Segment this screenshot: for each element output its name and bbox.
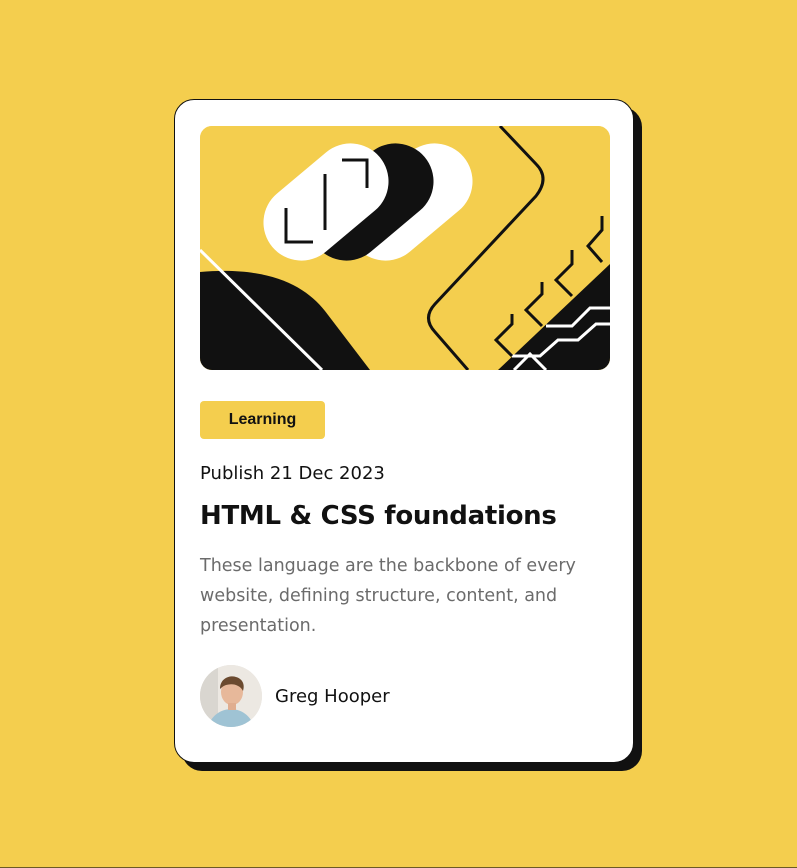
author-name: Greg Hooper: [275, 685, 390, 707]
category-badge: Learning: [200, 401, 325, 439]
publish-date: Publish 21 Dec 2023: [200, 463, 385, 484]
hero-illustration: [200, 126, 610, 370]
blog-preview-card: Learning Publish 21 Dec 2023 HTML & CSS …: [174, 99, 634, 763]
card-description: These language are the backbone of every…: [200, 556, 576, 636]
avatar: [200, 665, 262, 727]
card-title[interactable]: HTML & CSS foundations: [200, 501, 557, 531]
avatar-icon: [200, 665, 262, 727]
author-block: Greg Hooper: [200, 665, 390, 727]
abstract-illustration-icon: [200, 126, 610, 370]
